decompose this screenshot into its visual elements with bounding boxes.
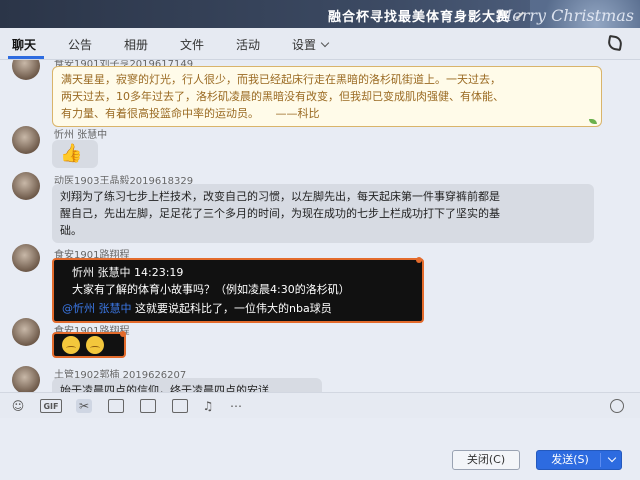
send-label: 发送(S) bbox=[551, 453, 589, 466]
message-text: 础。 bbox=[60, 224, 82, 237]
input-toolbar: ☺ GIF ✂ ♫ ⋯ bbox=[0, 392, 640, 418]
group-title: 融合杯寻找最美体育身影大赛 bbox=[327, 10, 510, 25]
chat-area[interactable]: 食安1901刘子亨2019617149 满天星星，寂寥的灯光，行人很少，而我已经… bbox=[0, 60, 640, 392]
title-bar: Merry Christmas 融合杯寻找最美体育身影大赛 bbox=[0, 0, 640, 60]
sender-name: 忻州 张慧中 bbox=[54, 130, 108, 141]
tab-settings[interactable]: 设置 bbox=[292, 36, 330, 53]
bubble-corner-icon bbox=[120, 331, 126, 337]
avatar[interactable] bbox=[12, 244, 40, 272]
avatar[interactable] bbox=[12, 126, 40, 154]
scissors-icon[interactable]: ✂ bbox=[76, 399, 92, 413]
tab-announcement[interactable]: 公告 bbox=[68, 36, 92, 53]
avatar[interactable] bbox=[12, 366, 40, 392]
gif-icon[interactable]: GIF bbox=[40, 399, 62, 413]
screenshot-icon[interactable] bbox=[140, 399, 156, 413]
tab-settings-label: 设置 bbox=[292, 38, 317, 52]
image-icon[interactable] bbox=[172, 399, 188, 413]
message-text: 这就要说起科比了，一位伟大的nba球员 bbox=[135, 302, 332, 315]
message-bubble[interactable]: 👍 bbox=[52, 140, 98, 168]
message-bubble[interactable]: 满天星星，寂寥的灯光，行人很少，而我已经起床行走在黑暗的洛杉矶街道上。一天过去，… bbox=[52, 66, 602, 127]
avatar[interactable] bbox=[12, 172, 40, 200]
avatar[interactable] bbox=[12, 318, 40, 346]
bell-icon[interactable]: ♫ bbox=[200, 399, 216, 413]
message-bubble[interactable]: 始于凌晨四点的信仰，终于凌晨四点的安详 bbox=[52, 378, 322, 392]
message-text: 两天过去，10多年过去了，洛杉矶凌晨的黑暗没有改变，但我却已变成肌肉强健、有体能… bbox=[61, 90, 504, 103]
message-text: 醒自己，先出左脚，足足花了三个多月的时间，为现在成功的七步上栏成功打下了坚实的基 bbox=[60, 207, 500, 220]
tab-files[interactable]: 文件 bbox=[180, 36, 204, 53]
quote-text: 大家有了解的体育小故事吗？（例如凌晨4:30的洛杉矶） bbox=[72, 283, 350, 296]
leaf-decoration-icon bbox=[589, 119, 597, 124]
send-separator bbox=[600, 453, 601, 467]
smiley-face-icon bbox=[86, 336, 104, 354]
message-text: 刘翔为了练习七步上栏技术，改变自己的习惯，以左脚先出，每天起床第一件事穿裤前都是 bbox=[60, 190, 500, 203]
folder-icon[interactable] bbox=[108, 399, 124, 413]
emoji-icon[interactable]: ☺ bbox=[10, 399, 26, 413]
more-icon[interactable]: ⋯ bbox=[228, 399, 244, 413]
message-text: 有力量、有着很高投篮命中率的运动员。 ——科比 bbox=[61, 107, 320, 120]
thumbs-up-icon: 👍 bbox=[60, 143, 83, 164]
message-bubble[interactable] bbox=[52, 332, 126, 358]
chevron-down-icon bbox=[320, 38, 330, 48]
tab-activity[interactable]: 活动 bbox=[236, 36, 260, 53]
tab-bar: 聊天 公告 相册 文件 活动 设置 bbox=[0, 28, 640, 60]
message-text: 满天星星，寂寥的灯光，行人很少，而我已经起床行走在黑暗的洛杉矶街道上。一天过去， bbox=[61, 73, 501, 86]
mention-link[interactable]: @忻州 张慧中 bbox=[62, 302, 132, 315]
message-bubble[interactable]: 刘翔为了练习七步上栏技术，改变自己的习惯，以左脚先出，每天起床第一件事穿裤前都是… bbox=[52, 184, 594, 243]
tab-chat[interactable]: 聊天 bbox=[12, 36, 36, 53]
close-button[interactable]: 关闭(C) bbox=[452, 450, 520, 470]
bubble-corner-icon bbox=[416, 257, 422, 263]
quote-header: 忻州 张慧中 14:23:19 bbox=[72, 266, 184, 279]
send-button[interactable]: 发送(S) bbox=[536, 450, 622, 470]
message-bubble[interactable]: 忻州 张慧中 14:23:19 大家有了解的体育小故事吗？（例如凌晨4:30的洛… bbox=[52, 258, 424, 323]
avatar[interactable] bbox=[12, 60, 40, 80]
tab-album[interactable]: 相册 bbox=[124, 36, 148, 53]
active-tab-indicator bbox=[8, 56, 44, 59]
smiley-face-icon bbox=[62, 336, 80, 354]
chevron-down-icon[interactable] bbox=[607, 453, 617, 463]
message-text: 始于凌晨四点的信仰，终于凌晨四点的安详 bbox=[60, 384, 269, 392]
history-icon[interactable] bbox=[610, 399, 624, 413]
message-input-area[interactable]: 关闭(C) 发送(S) bbox=[0, 418, 640, 480]
